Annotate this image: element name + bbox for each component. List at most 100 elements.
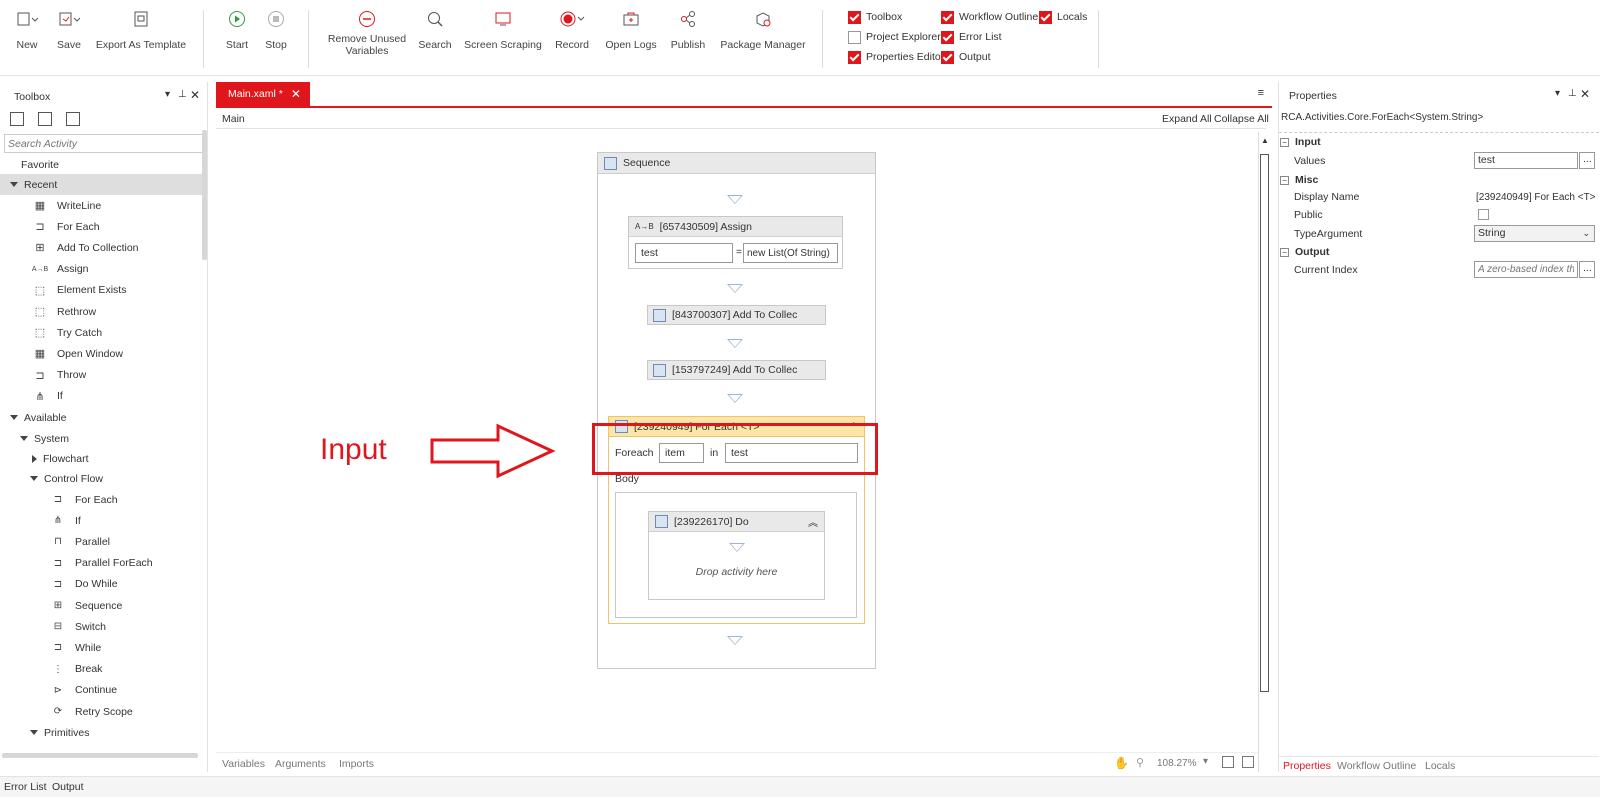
recent-item[interactable]: ▦ WriteLine [0,195,203,216]
control-flow-item[interactable]: ⊓ Parallel [0,531,203,552]
tree-system[interactable]: System [0,428,203,449]
designer-scrollbar[interactable]: ▲ [1258,132,1270,772]
control-flow-item[interactable]: ⊳ Continue [0,680,203,701]
recent-item[interactable]: ⊐ Throw [0,365,203,386]
current-index-field[interactable] [1474,261,1578,278]
add-to-collection-activity-1[interactable]: [843700307] Add To Collec [647,305,826,325]
pan-icon[interactable]: ✋ [1114,756,1129,770]
section-input[interactable]: − Input [1280,136,1321,148]
control-flow-item[interactable]: ⋔ If [0,510,203,531]
public-checkbox[interactable] [1478,209,1489,220]
zoom-level[interactable]: 108.27% [1157,758,1196,769]
current-index-ellipsis-button[interactable]: ... [1579,261,1595,278]
toggle-error-list[interactable]: Error List [941,30,1002,44]
recent-item[interactable]: ⊞ Add To Collection [0,237,203,258]
package-manager-button[interactable]: Package Manager [718,8,808,52]
open-logs-button[interactable]: Open Logs [604,8,658,52]
overview-icon[interactable] [1242,756,1254,768]
start-button[interactable]: Start [220,8,254,52]
control-flow-item[interactable]: ⊟ Switch [0,616,203,637]
tab-error-list[interactable]: Error List [4,781,47,793]
section-misc[interactable]: − Misc [1280,174,1318,186]
tab-main-xaml[interactable]: Main.xaml * ✕ [216,82,310,106]
close-tab-icon[interactable]: ✕ [291,87,301,101]
zoom-icon[interactable]: ⚲ [1136,756,1144,769]
do-sequence-activity[interactable]: [239226170] Do ︽ Drop activity here [648,511,825,600]
assign-value-field[interactable]: new List(Of String) [743,243,838,263]
drop-arrow-icon[interactable] [727,339,743,348]
record-button[interactable]: Record [550,8,594,52]
pin-icon[interactable]: ⊥ [178,89,187,100]
toggle-toolbox[interactable]: Toolbox [848,10,902,24]
control-flow-item[interactable]: ⋮ Break [0,659,203,680]
export-template-button[interactable]: Export As Template [94,8,188,52]
toggle-project-explorer[interactable]: Project Explorer [848,30,941,44]
drop-arrow-icon[interactable] [727,284,743,293]
tree-available[interactable]: Available [0,407,203,428]
drop-arrow-icon[interactable] [727,394,743,403]
tree-recent[interactable]: Recent [0,174,203,195]
recent-item[interactable]: A→B Assign [0,259,203,280]
control-flow-item[interactable]: ⊐ Do While [0,574,203,595]
collapse-all-icon[interactable] [38,112,52,126]
expand-all-link[interactable]: Expand All [1162,113,1212,125]
recent-item[interactable]: ▦ Open Window [0,343,203,364]
toolbox-hscrollbar[interactable] [2,753,198,758]
drop-arrow-icon[interactable] [727,636,743,645]
remove-unused-variables-button[interactable]: Remove Unused Variables [320,8,414,57]
new-button[interactable]: New [10,8,44,52]
fit-screen-icon[interactable] [1222,756,1234,768]
recent-item[interactable]: ⊐ For Each [0,216,203,237]
toggle-properties-editor[interactable]: Properties Editor [848,50,944,64]
assign-to-field[interactable]: test [635,243,733,263]
drop-arrow-icon[interactable] [727,195,743,204]
drop-arrow-icon[interactable] [729,543,745,552]
assign-activity[interactable]: A→B [657430509] Assign test = new List(Of… [628,216,843,269]
stop-button[interactable]: Stop [259,8,293,52]
tab-properties[interactable]: Properties [1283,760,1331,772]
control-flow-item[interactable]: ⊐ For Each [0,489,203,510]
breadcrumb[interactable]: Main [222,113,245,125]
recent-item[interactable]: ⬚ Rethrow [0,301,203,322]
list-view-icon[interactable] [66,112,80,126]
display-name-value[interactable]: [239240949] For Each <T> [1476,192,1596,203]
collapse-icon[interactable]: ︽ [808,514,818,529]
close-icon[interactable]: ✕ [190,88,200,102]
tree-favorite[interactable]: Favorite [0,154,203,175]
tab-locals[interactable]: Locals [1425,760,1455,772]
add-to-collection-activity-2[interactable]: [153797249] Add To Collec [647,360,826,380]
zoom-dropdown-icon[interactable]: ▾ [1203,756,1208,767]
tab-variables[interactable]: Variables [222,758,265,770]
tree-control-flow[interactable]: Control Flow [0,468,203,489]
toggle-locals[interactable]: Locals [1039,10,1087,24]
recent-item[interactable]: ⬚ Element Exists [0,280,203,301]
recent-item[interactable]: ⬚ Try Catch [0,322,203,343]
section-output[interactable]: − Output [1280,246,1329,258]
search-activity-input[interactable] [4,134,205,153]
control-flow-item[interactable]: ⊐ While [0,637,203,658]
tab-list-icon[interactable]: ≡ [1258,87,1264,99]
control-flow-item[interactable]: ⟳ Retry Scope [0,701,203,722]
values-ellipsis-button[interactable]: ... [1579,152,1595,169]
tree-primitives[interactable]: Primitives [0,722,203,743]
publish-button[interactable]: Publish [666,8,710,52]
toolbox-dropdown-icon[interactable]: ▾ [165,89,170,100]
recent-item[interactable]: ⋔ If [0,386,203,407]
toggle-workflow-outline[interactable]: Workflow Outline [941,10,1038,24]
save-button[interactable]: Save [52,8,86,52]
type-argument-select[interactable]: String ⌄ [1474,225,1595,242]
toolbox-scrollbar[interactable] [202,130,207,260]
search-button[interactable]: Search [416,8,454,52]
control-flow-item[interactable]: ⊐ Parallel ForEach [0,553,203,574]
toggle-output[interactable]: Output [941,50,991,64]
tab-output[interactable]: Output [52,781,84,793]
tree-flowchart[interactable]: Flowchart [0,448,203,469]
control-flow-item[interactable]: ⊞ Sequence [0,595,203,616]
pin-icon[interactable]: ⊥ [1568,88,1577,99]
tab-imports[interactable]: Imports [339,758,374,770]
sequence-activity[interactable]: Sequence A→B [657430509] Assign test = ne… [597,152,876,669]
values-field[interactable]: test [1474,152,1578,169]
screen-scraping-button[interactable]: Screen Scraping [462,8,544,52]
tab-arguments[interactable]: Arguments [275,758,326,770]
collapse-all-link[interactable]: Collapse All [1214,113,1269,125]
